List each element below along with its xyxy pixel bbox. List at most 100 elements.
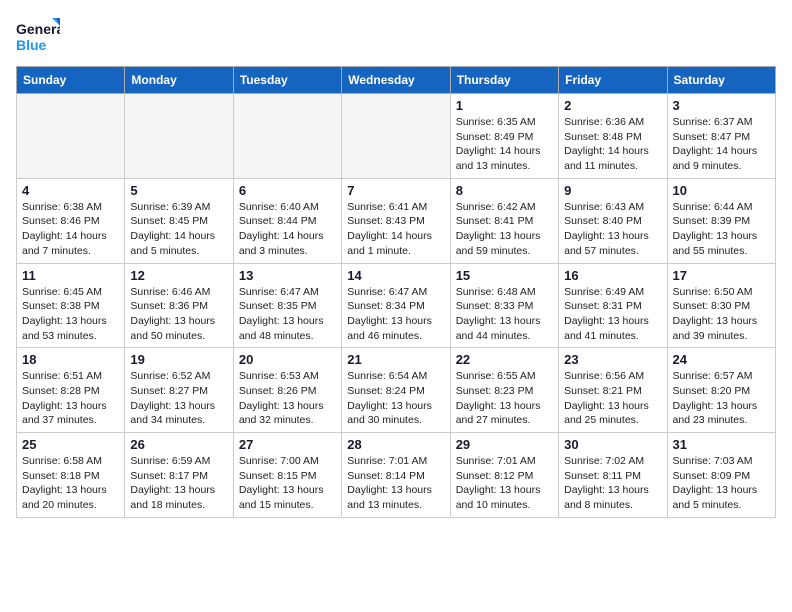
day-number: 11 <box>22 268 119 283</box>
day-number: 30 <box>564 437 661 452</box>
day-info: Sunrise: 6:39 AM Sunset: 8:45 PM Dayligh… <box>130 200 227 259</box>
day-info: Sunrise: 6:46 AM Sunset: 8:36 PM Dayligh… <box>130 285 227 344</box>
calendar-cell: 11Sunrise: 6:45 AM Sunset: 8:38 PM Dayli… <box>17 263 125 348</box>
weekday-header-monday: Monday <box>125 67 233 94</box>
day-number: 31 <box>673 437 770 452</box>
day-number: 28 <box>347 437 444 452</box>
calendar-cell <box>17 94 125 179</box>
weekday-header-thursday: Thursday <box>450 67 558 94</box>
day-number: 27 <box>239 437 336 452</box>
day-info: Sunrise: 6:54 AM Sunset: 8:24 PM Dayligh… <box>347 369 444 428</box>
calendar-week-row: 1 Sunrise: 6:35 AM Sunset: 8:49 PM Daylig… <box>17 94 776 179</box>
weekday-header-saturday: Saturday <box>667 67 775 94</box>
calendar-cell: 26 Sunrise: 6:59 AM Sunset: 8:17 PM Dayli… <box>125 433 233 518</box>
calendar-cell <box>233 94 341 179</box>
calendar-week-row: 4 Sunrise: 6:38 AM Sunset: 8:46 PM Daylig… <box>17 178 776 263</box>
day-info: Sunrise: 6:36 AM Sunset: 8:48 PM Dayligh… <box>564 115 661 174</box>
day-info: Sunrise: 6:58 AM Sunset: 8:18 PM Dayligh… <box>22 454 119 513</box>
day-info: Sunrise: 6:48 AM Sunset: 8:33 PM Dayligh… <box>456 285 553 344</box>
day-info: Sunrise: 6:49 AM Sunset: 8:31 PM Dayligh… <box>564 285 661 344</box>
calendar-cell: 16 Sunrise: 6:49 AM Sunset: 8:31 PM Dayli… <box>559 263 667 348</box>
day-info: Sunrise: 6:35 AM Sunset: 8:49 PM Dayligh… <box>456 115 553 174</box>
day-number: 19 <box>130 352 227 367</box>
day-number: 10 <box>673 183 770 198</box>
day-number: 1 <box>456 98 553 113</box>
day-number: 5 <box>130 183 227 198</box>
calendar-cell: 9Sunrise: 6:43 AM Sunset: 8:40 PM Daylig… <box>559 178 667 263</box>
day-number: 16 <box>564 268 661 283</box>
calendar-cell: 22 Sunrise: 6:55 AM Sunset: 8:23 PM Dayli… <box>450 348 558 433</box>
day-info: Sunrise: 6:42 AM Sunset: 8:41 PM Dayligh… <box>456 200 553 259</box>
calendar-cell: 24Sunrise: 6:57 AM Sunset: 8:20 PM Dayli… <box>667 348 775 433</box>
day-info: Sunrise: 6:55 AM Sunset: 8:23 PM Dayligh… <box>456 369 553 428</box>
day-info: Sunrise: 7:01 AM Sunset: 8:12 PM Dayligh… <box>456 454 553 513</box>
calendar-cell: 13 Sunrise: 6:47 AM Sunset: 8:35 PM Dayli… <box>233 263 341 348</box>
calendar-cell: 27 Sunrise: 7:00 AM Sunset: 8:15 PM Dayli… <box>233 433 341 518</box>
day-number: 23 <box>564 352 661 367</box>
page-header: General Blue <box>16 16 776 56</box>
calendar-cell: 28 Sunrise: 7:01 AM Sunset: 8:14 PM Dayli… <box>342 433 450 518</box>
day-info: Sunrise: 6:47 AM Sunset: 8:34 PM Dayligh… <box>347 285 444 344</box>
day-info: Sunrise: 6:38 AM Sunset: 8:46 PM Dayligh… <box>22 200 119 259</box>
day-number: 22 <box>456 352 553 367</box>
calendar-cell <box>125 94 233 179</box>
calendar-cell: 12Sunrise: 6:46 AM Sunset: 8:36 PM Dayli… <box>125 263 233 348</box>
day-info: Sunrise: 6:59 AM Sunset: 8:17 PM Dayligh… <box>130 454 227 513</box>
weekday-header-friday: Friday <box>559 67 667 94</box>
svg-text:Blue: Blue <box>16 37 47 53</box>
day-info: Sunrise: 6:56 AM Sunset: 8:21 PM Dayligh… <box>564 369 661 428</box>
calendar-table: SundayMondayTuesdayWednesdayThursdayFrid… <box>16 66 776 518</box>
calendar-cell: 4 Sunrise: 6:38 AM Sunset: 8:46 PM Daylig… <box>17 178 125 263</box>
calendar-week-row: 18 Sunrise: 6:51 AM Sunset: 8:28 PM Dayli… <box>17 348 776 433</box>
weekday-header-sunday: Sunday <box>17 67 125 94</box>
weekday-header-wednesday: Wednesday <box>342 67 450 94</box>
day-number: 14 <box>347 268 444 283</box>
day-number: 3 <box>673 98 770 113</box>
day-number: 8 <box>456 183 553 198</box>
logo-svg: General Blue <box>16 16 60 56</box>
day-number: 13 <box>239 268 336 283</box>
day-number: 18 <box>22 352 119 367</box>
day-number: 29 <box>456 437 553 452</box>
day-number: 7 <box>347 183 444 198</box>
day-number: 9 <box>564 183 661 198</box>
day-info: Sunrise: 7:00 AM Sunset: 8:15 PM Dayligh… <box>239 454 336 513</box>
day-info: Sunrise: 6:51 AM Sunset: 8:28 PM Dayligh… <box>22 369 119 428</box>
calendar-cell: 3 Sunrise: 6:37 AM Sunset: 8:47 PM Daylig… <box>667 94 775 179</box>
day-info: Sunrise: 6:53 AM Sunset: 8:26 PM Dayligh… <box>239 369 336 428</box>
calendar-week-row: 25Sunrise: 6:58 AM Sunset: 8:18 PM Dayli… <box>17 433 776 518</box>
day-info: Sunrise: 6:37 AM Sunset: 8:47 PM Dayligh… <box>673 115 770 174</box>
day-number: 4 <box>22 183 119 198</box>
day-info: Sunrise: 7:01 AM Sunset: 8:14 PM Dayligh… <box>347 454 444 513</box>
day-info: Sunrise: 6:47 AM Sunset: 8:35 PM Dayligh… <box>239 285 336 344</box>
calendar-cell: 29 Sunrise: 7:01 AM Sunset: 8:12 PM Dayli… <box>450 433 558 518</box>
calendar-cell: 25Sunrise: 6:58 AM Sunset: 8:18 PM Dayli… <box>17 433 125 518</box>
day-number: 15 <box>456 268 553 283</box>
calendar-cell <box>342 94 450 179</box>
calendar-cell: 20 Sunrise: 6:53 AM Sunset: 8:26 PM Dayli… <box>233 348 341 433</box>
calendar-cell: 17 Sunrise: 6:50 AM Sunset: 8:30 PM Dayli… <box>667 263 775 348</box>
calendar-cell: 30 Sunrise: 7:02 AM Sunset: 8:11 PM Dayli… <box>559 433 667 518</box>
calendar-cell: 21Sunrise: 6:54 AM Sunset: 8:24 PM Dayli… <box>342 348 450 433</box>
calendar-cell: 14 Sunrise: 6:47 AM Sunset: 8:34 PM Dayli… <box>342 263 450 348</box>
calendar-cell: 5 Sunrise: 6:39 AM Sunset: 8:45 PM Daylig… <box>125 178 233 263</box>
logo: General Blue <box>16 16 60 56</box>
day-info: Sunrise: 7:02 AM Sunset: 8:11 PM Dayligh… <box>564 454 661 513</box>
day-number: 2 <box>564 98 661 113</box>
day-number: 24 <box>673 352 770 367</box>
day-number: 26 <box>130 437 227 452</box>
day-number: 20 <box>239 352 336 367</box>
day-number: 17 <box>673 268 770 283</box>
calendar-week-row: 11Sunrise: 6:45 AM Sunset: 8:38 PM Dayli… <box>17 263 776 348</box>
day-info: Sunrise: 7:03 AM Sunset: 8:09 PM Dayligh… <box>673 454 770 513</box>
calendar-cell: 31 Sunrise: 7:03 AM Sunset: 8:09 PM Dayli… <box>667 433 775 518</box>
calendar-cell: 19 Sunrise: 6:52 AM Sunset: 8:27 PM Dayli… <box>125 348 233 433</box>
day-info: Sunrise: 6:40 AM Sunset: 8:44 PM Dayligh… <box>239 200 336 259</box>
calendar-cell: 8 Sunrise: 6:42 AM Sunset: 8:41 PM Daylig… <box>450 178 558 263</box>
calendar-cell: 23 Sunrise: 6:56 AM Sunset: 8:21 PM Dayli… <box>559 348 667 433</box>
day-number: 6 <box>239 183 336 198</box>
day-info: Sunrise: 6:50 AM Sunset: 8:30 PM Dayligh… <box>673 285 770 344</box>
calendar-cell: 6 Sunrise: 6:40 AM Sunset: 8:44 PM Daylig… <box>233 178 341 263</box>
day-info: Sunrise: 6:52 AM Sunset: 8:27 PM Dayligh… <box>130 369 227 428</box>
calendar-cell: 2 Sunrise: 6:36 AM Sunset: 8:48 PM Daylig… <box>559 94 667 179</box>
